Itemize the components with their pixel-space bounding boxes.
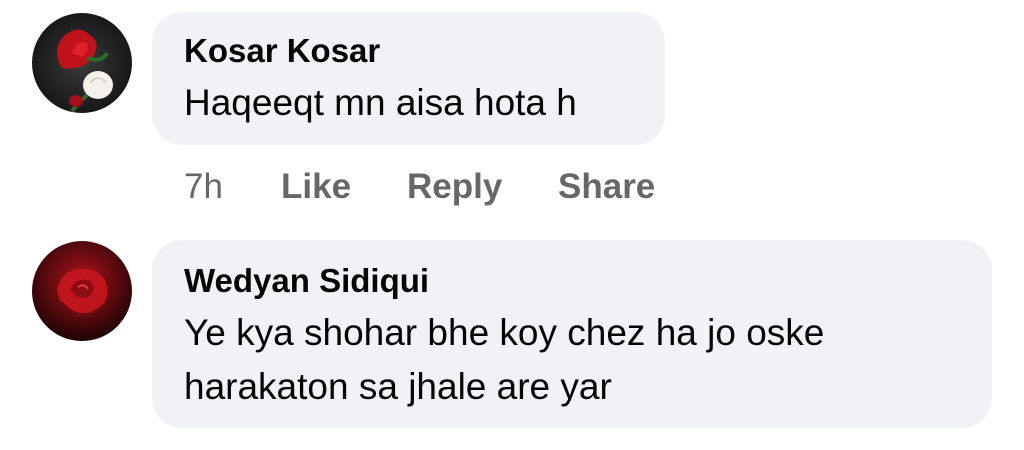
red-rose-icon — [32, 241, 132, 341]
avatar[interactable] — [32, 13, 132, 113]
comment-bubble: Wedyan Sidiqui Ye kya shohar bhe koy che… — [152, 240, 992, 428]
comment-text: Haqeeqt mn aisa hota h — [184, 82, 577, 123]
rose-icon — [32, 13, 132, 113]
comment-author[interactable]: Wedyan Sidiqui — [184, 262, 429, 300]
comment-author[interactable]: Kosar Kosar — [184, 32, 380, 70]
reply-button[interactable]: Reply — [407, 167, 502, 207]
comment-text-line: Ye kya shohar bhe koy chez ha jo oske — [184, 312, 825, 353]
like-button[interactable]: Like — [281, 167, 351, 207]
share-button[interactable]: Share — [558, 167, 655, 207]
comment-actions: 7h Like Reply Share — [184, 167, 684, 207]
comment-bubble: Kosar Kosar Haqeeqt mn aisa hota h — [152, 12, 665, 145]
comments-thread: Kosar Kosar Haqeeqt mn aisa hota h 7h Li… — [0, 0, 1024, 450]
avatar[interactable] — [32, 241, 132, 341]
comment-text-line: harakaton sa jhale are yar — [184, 366, 612, 407]
comment-timestamp[interactable]: 7h — [184, 167, 223, 207]
